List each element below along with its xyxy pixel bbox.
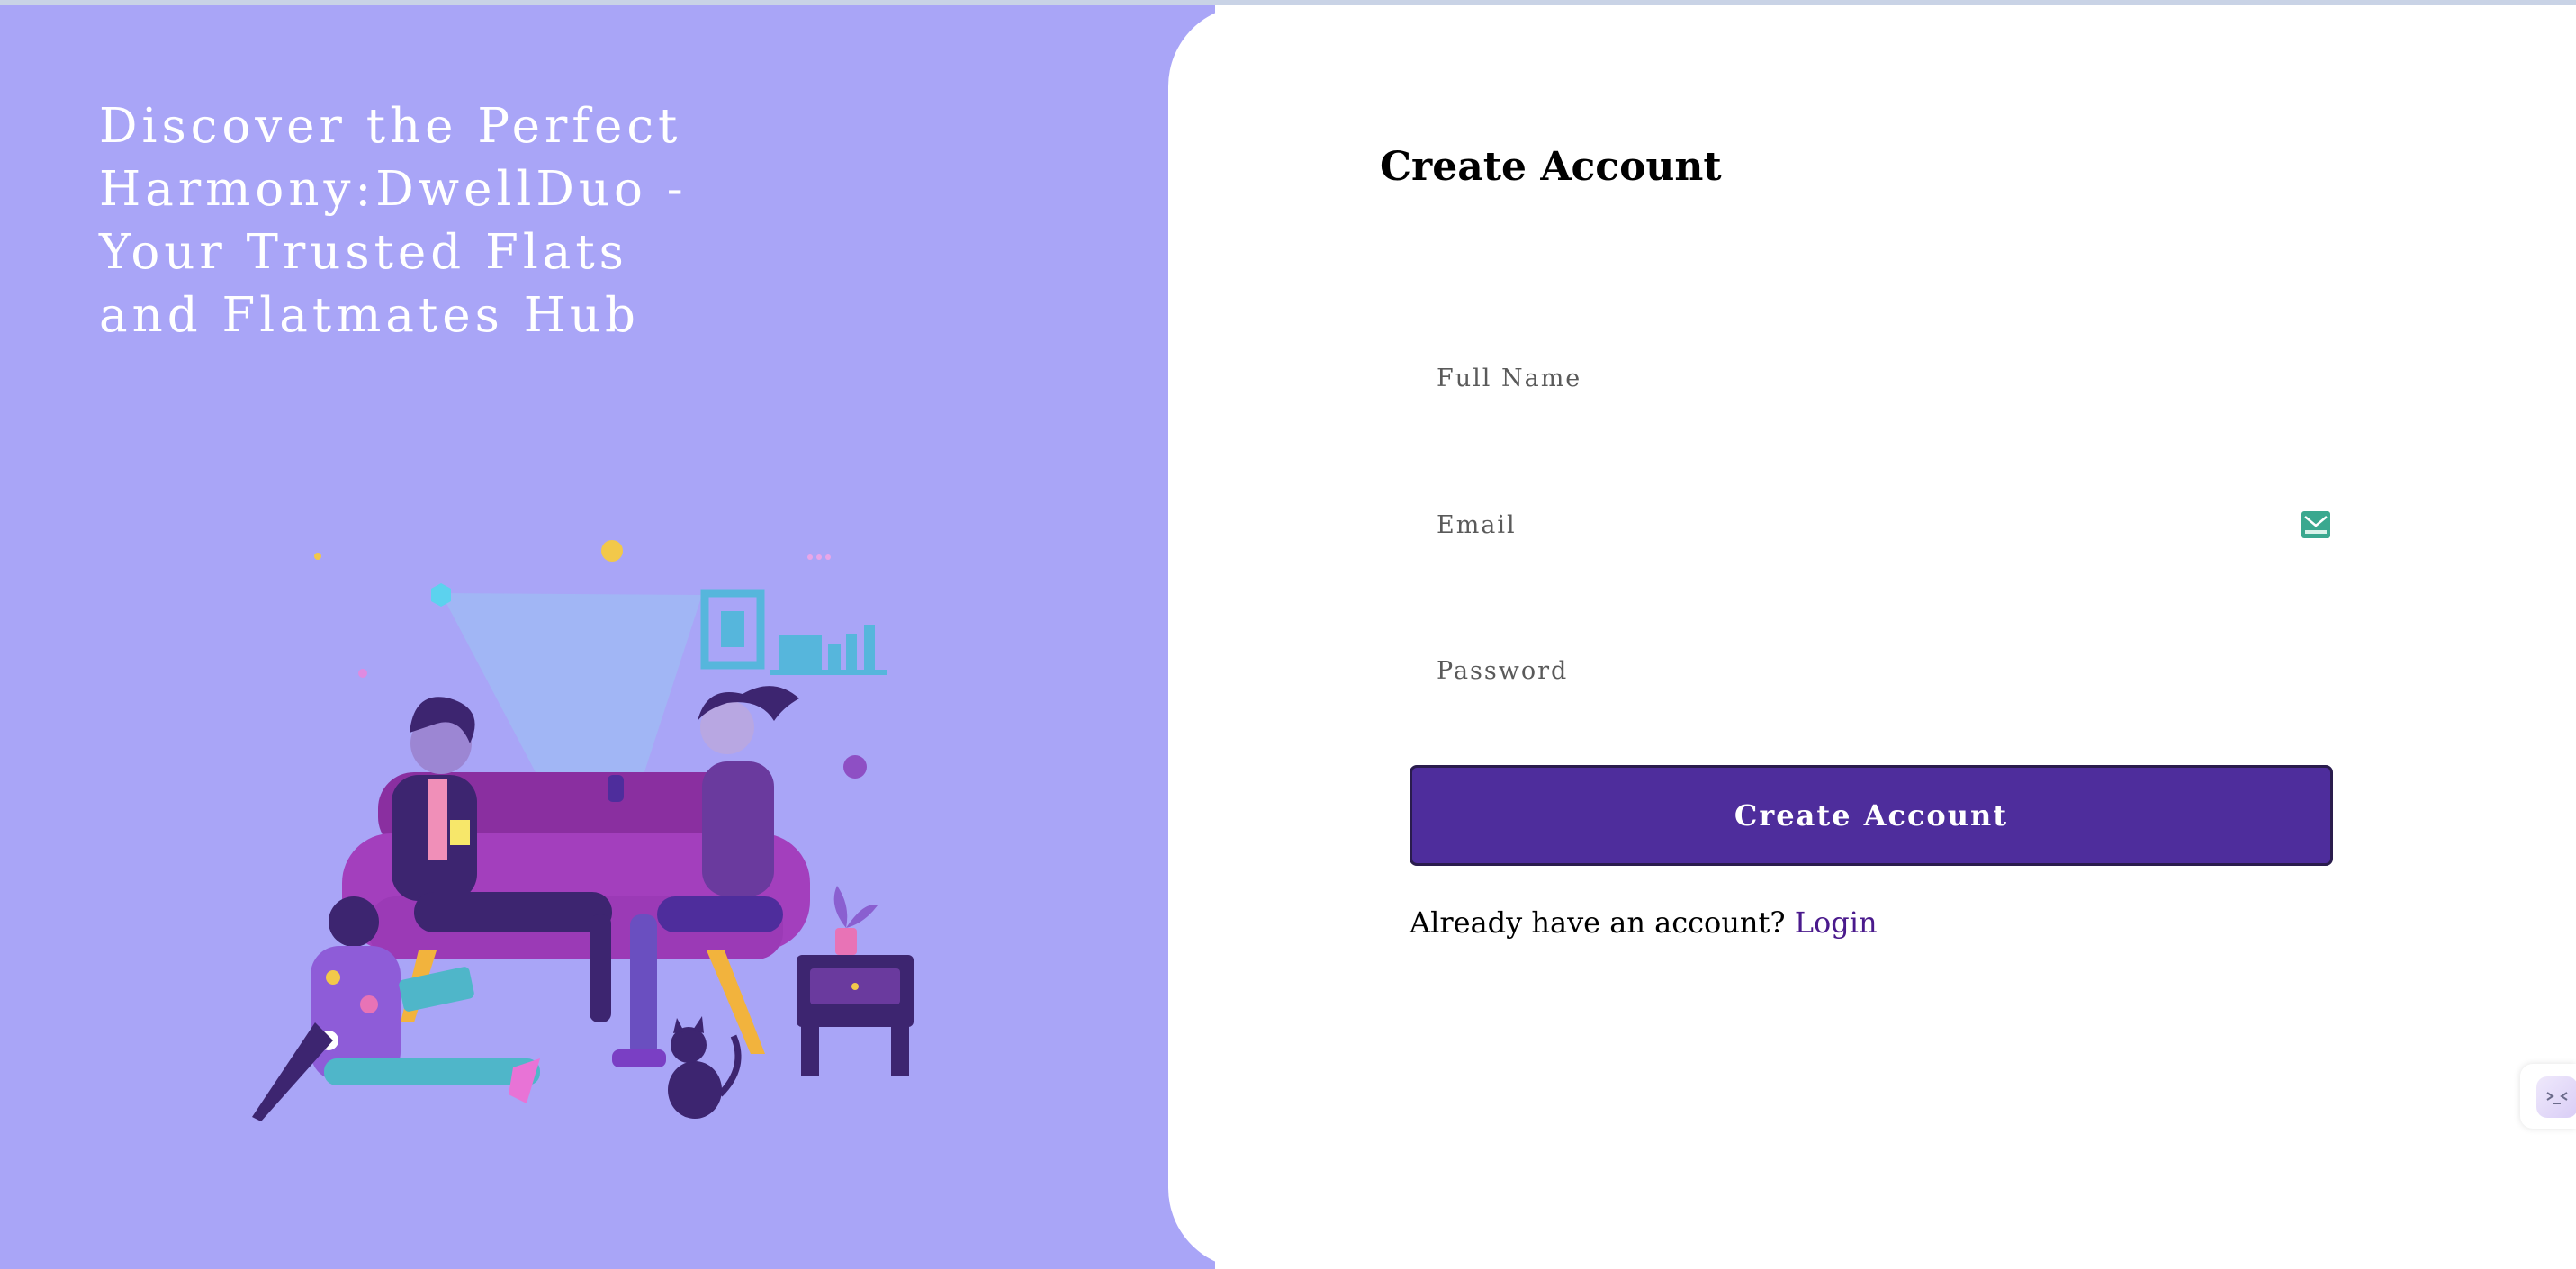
mail-badge-icon[interactable] xyxy=(2301,511,2330,538)
roommates-on-sofa-illustration xyxy=(252,540,914,1121)
assistant-widget[interactable] xyxy=(2520,1064,2576,1129)
form-title: Create Account xyxy=(1380,144,1722,190)
full-name-input[interactable] xyxy=(1410,342,2333,414)
hero-headline: Discover the Perfect Harmony:DwellDuo - … xyxy=(99,99,688,343)
create-account-button[interactable]: Create Account xyxy=(1410,765,2333,866)
login-link[interactable]: Login xyxy=(1795,905,1878,940)
email-input[interactable] xyxy=(1410,489,2333,561)
login-prompt: Already have an account? Login xyxy=(1410,905,1878,940)
hero-panel: Discover the Perfect Harmony:DwellDuo - … xyxy=(0,5,1215,1269)
login-prompt-text: Already have an account? xyxy=(1410,905,1786,940)
assistant-face-icon xyxy=(2536,1076,2576,1118)
password-input[interactable] xyxy=(1410,634,2333,706)
